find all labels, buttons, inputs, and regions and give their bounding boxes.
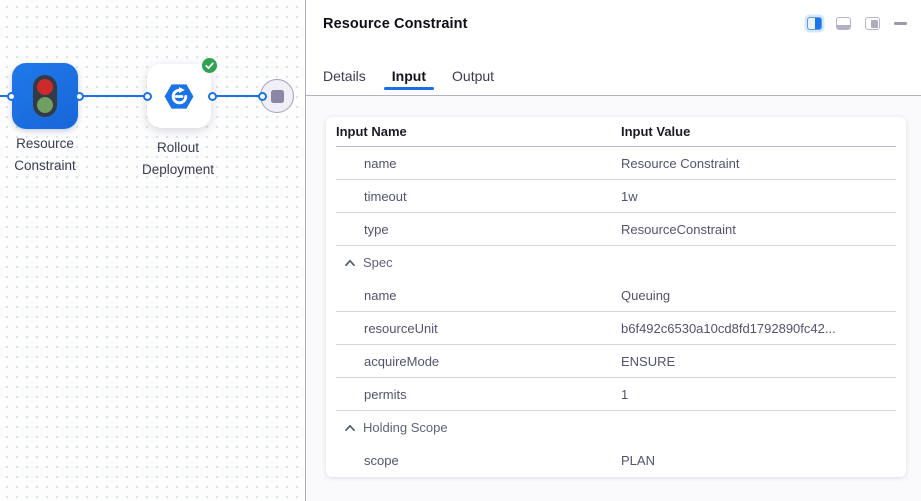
table-row: nameResource Constraint	[336, 147, 896, 180]
field-value: b6f492c6530a10cd8fd1792890fc42...	[621, 321, 836, 336]
field-value: ENSURE	[621, 354, 675, 369]
minimize-icon[interactable]	[894, 22, 907, 25]
split-right-icon[interactable]	[807, 17, 822, 30]
split-bottom-icon[interactable]	[836, 17, 851, 30]
connector-handle[interactable]	[75, 92, 84, 101]
traffic-green-light	[37, 97, 53, 113]
tab-input[interactable]: Input	[384, 56, 434, 95]
table-row: scopePLAN	[336, 444, 896, 477]
connector-handle[interactable]	[143, 92, 152, 101]
success-check-badge	[202, 58, 217, 78]
chevron-up-icon[interactable]	[344, 258, 356, 268]
field-name: permits	[336, 387, 621, 402]
field-value: PLAN	[621, 453, 655, 468]
field-value: Resource Constraint	[621, 156, 740, 171]
table-header-row: Input Name Input Value	[336, 117, 896, 147]
connector-handle[interactable]	[258, 92, 267, 101]
table-row: timeout1w	[336, 180, 896, 213]
connector-handle[interactable]	[7, 92, 16, 101]
rollout-icon	[164, 83, 194, 110]
edge-rollout-to-end	[212, 95, 262, 97]
input-table-card: Input Name Input Value nameResource Cons…	[326, 117, 906, 477]
panel-title: Resource Constraint	[323, 16, 468, 32]
column-header-input-name: Input Name	[336, 124, 621, 139]
traffic-red-light	[37, 79, 53, 95]
table-row: permits1	[336, 378, 896, 411]
field-name: name	[336, 288, 621, 303]
column-header-input-value: Input Value	[621, 124, 690, 139]
table-row: typeResourceConstraint	[336, 213, 896, 246]
field-name: scope	[336, 453, 621, 468]
field-value: 1w	[621, 189, 638, 204]
field-name: resourceUnit	[336, 321, 621, 336]
table-row: acquireModeENSURE	[336, 345, 896, 378]
chevron-up-icon[interactable]	[344, 423, 356, 433]
group-label: Spec	[363, 255, 393, 270]
detail-panel: Resource Constraint Details Input Output…	[305, 0, 921, 501]
field-value: ResourceConstraint	[621, 222, 736, 237]
field-value: Queuing	[621, 288, 670, 303]
field-name: timeout	[336, 189, 621, 204]
connector-handle[interactable]	[208, 92, 217, 101]
edge-rc-to-rollout	[80, 95, 147, 97]
table-row: resourceUnitb6f492c6530a10cd8fd1792890fc…	[336, 312, 896, 345]
field-name: type	[336, 222, 621, 237]
field-name: name	[336, 156, 621, 171]
field-name: acquireMode	[336, 354, 621, 369]
node-label-resource-constraint: Resource Constraint	[0, 133, 100, 176]
tab-details[interactable]: Details	[315, 56, 374, 95]
window-controls	[807, 16, 907, 30]
table-group-row[interactable]: Spec	[336, 246, 896, 279]
table-row: nameQueuing	[336, 279, 896, 312]
panel-header: Resource Constraint	[306, 0, 921, 56]
table-group-row[interactable]: Holding Scope	[336, 411, 896, 444]
traffic-light-icon	[33, 75, 57, 117]
table-body: nameResource Constrainttimeout1wtypeReso…	[336, 147, 896, 477]
check-icon	[202, 58, 217, 73]
stop-square-icon	[271, 90, 284, 103]
workflow-canvas[interactable]: Resource Constraint Rollout Deployment	[0, 0, 305, 501]
panel-content: Input Name Input Value nameResource Cons…	[306, 96, 921, 501]
node-resource-constraint[interactable]	[12, 63, 78, 129]
tab-output[interactable]: Output	[444, 56, 502, 95]
popup-icon[interactable]	[865, 17, 880, 30]
field-value: 1	[621, 387, 628, 402]
tab-bar: Details Input Output	[306, 56, 921, 96]
node-label-rollout-deployment: Rollout Deployment	[123, 137, 233, 180]
group-label: Holding Scope	[363, 420, 448, 435]
